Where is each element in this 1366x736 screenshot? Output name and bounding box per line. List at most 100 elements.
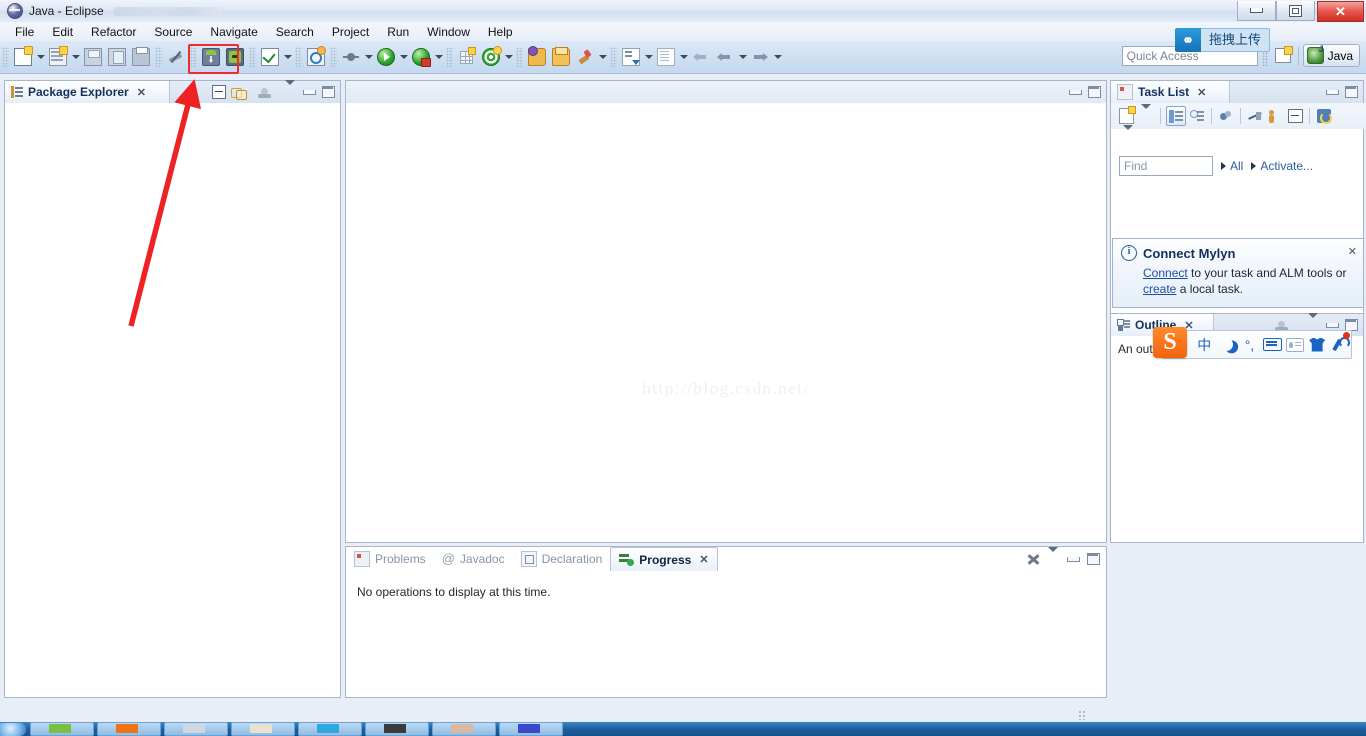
taskbar-item[interactable]	[164, 722, 228, 736]
save-button[interactable]	[82, 46, 104, 68]
open-type-button[interactable]	[526, 46, 548, 68]
perspective-java-button[interactable]: Java	[1302, 44, 1360, 67]
minimize-button[interactable]	[301, 84, 317, 100]
coverage-dropdown-button[interactable]	[503, 46, 514, 68]
toggle-mark-occurrences-button[interactable]	[165, 46, 187, 68]
ime-moon-button[interactable]	[1216, 332, 1239, 357]
sogou-logo-icon[interactable]: S	[1153, 327, 1187, 358]
new-button[interactable]	[12, 46, 34, 68]
toolbar-grip-7[interactable]	[446, 47, 453, 67]
tab-javadoc[interactable]: @ Javadoc	[434, 547, 513, 571]
maximize-button[interactable]	[1086, 84, 1102, 100]
menu-refactor[interactable]: Refactor	[82, 23, 145, 41]
toolbar-grip-6[interactable]	[330, 47, 337, 67]
previous-dropdown-button[interactable]	[737, 46, 748, 68]
toolbar-grip-8[interactable]	[516, 47, 523, 67]
open-task-button[interactable]	[550, 46, 572, 68]
filter-activate[interactable]: Activate...	[1251, 159, 1313, 173]
cancel-all-button[interactable]	[1025, 551, 1041, 567]
package-explorer-tree[interactable]	[5, 103, 340, 697]
ime-contacts-button[interactable]	[1283, 332, 1306, 357]
editor-blank-canvas[interactable]: http://blog.csdn.net/	[346, 103, 1106, 542]
open-search-dialog-button[interactable]	[305, 46, 327, 68]
taskbar-item[interactable]	[30, 722, 94, 736]
validate-button[interactable]	[259, 46, 281, 68]
menu-source[interactable]: Source	[145, 23, 201, 41]
forward-button[interactable]	[749, 46, 771, 68]
toolbar-grip-5[interactable]	[295, 47, 302, 67]
start-button[interactable]	[0, 722, 26, 736]
minimize-button[interactable]	[1324, 84, 1340, 100]
new-dropdown-button[interactable]	[35, 46, 46, 68]
menu-edit[interactable]: Edit	[43, 23, 82, 41]
run-button[interactable]	[375, 46, 397, 68]
task-list-close-icon[interactable]: ✕	[1197, 86, 1206, 99]
menu-navigate[interactable]: Navigate	[201, 23, 266, 41]
categorized-view-button[interactable]	[1166, 106, 1186, 126]
minimize-button[interactable]	[1067, 84, 1083, 100]
debug-button[interactable]	[340, 46, 362, 68]
last-edit-location-button[interactable]	[655, 46, 677, 68]
toolbar-grip-2[interactable]	[155, 47, 162, 67]
skip-breakpoints-button[interactable]	[574, 46, 596, 68]
run-external-tools-button[interactable]	[410, 46, 432, 68]
new-android-activity-button[interactable]	[456, 46, 478, 68]
next-annotation-button[interactable]	[620, 46, 642, 68]
tab-task-list[interactable]: Task List ✕	[1111, 81, 1230, 103]
upload-tooltip[interactable]: ⚭ 拖拽上传	[1174, 28, 1270, 52]
ime-skin-button[interactable]	[1306, 332, 1329, 357]
debug-dropdown-button[interactable]	[363, 46, 374, 68]
run-external-dropdown-button[interactable]	[433, 46, 444, 68]
taskbar-item[interactable]	[432, 722, 496, 736]
taskbar-item[interactable]	[298, 722, 362, 736]
ime-chinese-mode-button[interactable]: 中	[1193, 332, 1216, 357]
package-explorer-close-icon[interactable]: ✕	[137, 86, 146, 99]
forward-dropdown-button[interactable]	[772, 46, 783, 68]
menu-file[interactable]: File	[6, 23, 43, 41]
previous-button[interactable]	[714, 46, 736, 68]
outline-body[interactable]: An outline	[1111, 336, 1363, 542]
progress-close-icon[interactable]: ✕	[699, 553, 708, 566]
presentation-button[interactable]	[1217, 107, 1235, 125]
minimize-button[interactable]	[1065, 551, 1081, 567]
tab-declaration[interactable]: Declaration	[513, 547, 611, 571]
menu-window[interactable]: Window	[418, 23, 479, 41]
menu-help[interactable]: Help	[479, 23, 522, 41]
toolbar-grip-4[interactable]	[249, 47, 256, 67]
link-with-editor-button[interactable]	[230, 84, 247, 100]
toolbar-grip[interactable]	[2, 47, 9, 67]
menu-run[interactable]: Run	[378, 23, 418, 41]
android-sdk-manager-button[interactable]	[224, 46, 246, 68]
ime-settings-button[interactable]	[1328, 332, 1351, 357]
taskbar-item[interactable]	[499, 722, 563, 736]
toolbar-grip-9[interactable]	[610, 47, 617, 67]
taskbar-item[interactable]	[97, 722, 161, 736]
validate-dropdown-button[interactable]	[282, 46, 293, 68]
view-menu-button[interactable]	[1119, 128, 1137, 146]
menu-search[interactable]: Search	[267, 23, 323, 41]
new-task-button[interactable]	[1117, 106, 1136, 125]
filter-all[interactable]: All	[1221, 159, 1243, 173]
mylyn-connect-link[interactable]: Connect	[1143, 266, 1188, 280]
toolbar-grip-3[interactable]	[190, 47, 197, 67]
open-perspective-button[interactable]	[1272, 46, 1294, 66]
back-button[interactable]	[690, 46, 712, 68]
print-button[interactable]	[130, 46, 152, 68]
tab-package-explorer[interactable]: Package Explorer ✕	[5, 81, 170, 103]
taskbar-item[interactable]	[365, 722, 429, 736]
maximize-button[interactable]	[1085, 551, 1101, 567]
view-menu-button[interactable]	[282, 84, 298, 100]
ime-punctuation-button[interactable]: °,	[1238, 332, 1261, 357]
new-task-dropdown-button[interactable]	[1137, 107, 1155, 125]
taskbar-item[interactable]	[231, 722, 295, 736]
mylyn-close-icon[interactable]: ✕	[1348, 245, 1357, 258]
sogou-ime-toolbar[interactable]: S 中 °,	[1153, 327, 1352, 359]
coverage-button[interactable]	[480, 46, 502, 68]
progress-panel-body[interactable]: No operations to display at this time.	[346, 571, 1106, 697]
ime-soft-keyboard-button[interactable]	[1261, 332, 1284, 357]
run-dropdown-button[interactable]	[398, 46, 409, 68]
tab-problems[interactable]: Problems	[346, 547, 434, 571]
menu-project[interactable]: Project	[323, 23, 378, 41]
synchronize-changed-button[interactable]	[1315, 107, 1333, 125]
scheduled-view-button[interactable]	[1188, 107, 1206, 125]
